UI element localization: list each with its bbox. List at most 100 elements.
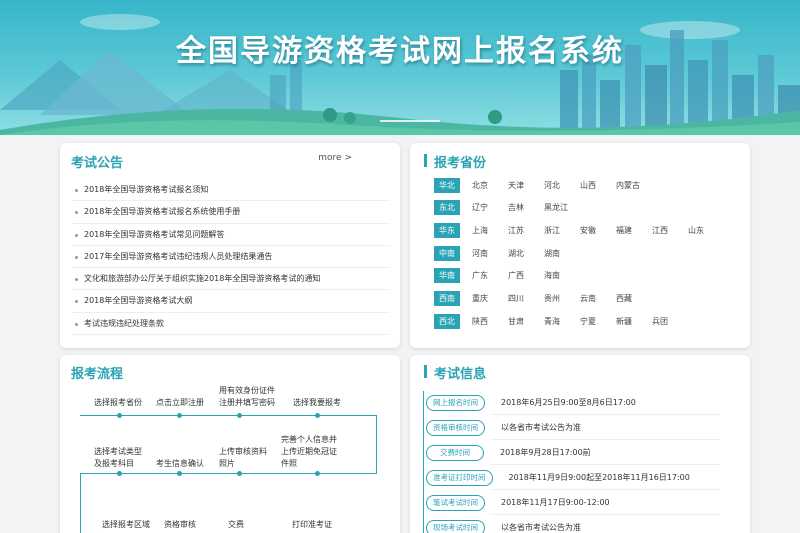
province-link[interactable]: 山西 bbox=[580, 180, 604, 191]
flow-step-label: 照片 bbox=[219, 459, 235, 468]
province-link[interactable]: 海南 bbox=[544, 270, 568, 281]
province-link[interactable]: 宁夏 bbox=[580, 316, 604, 327]
province-link[interactable]: 黑龙江 bbox=[544, 202, 568, 213]
province-link[interactable]: 湖北 bbox=[508, 248, 532, 259]
info-row: 资格审核时间 以各省市考试公告为准 bbox=[426, 419, 581, 436]
flow-connector-line bbox=[80, 473, 377, 474]
announcement-item[interactable]: 2018年全国导游资格考试报名系统使用手册 bbox=[72, 201, 390, 224]
province-link[interactable]: 重庆 bbox=[472, 293, 496, 304]
region-tag[interactable]: 华北 bbox=[434, 177, 460, 193]
flow-step-label: 上传审核资料 bbox=[219, 447, 267, 456]
province-link[interactable]: 上海 bbox=[472, 225, 496, 236]
province-link[interactable]: 河北 bbox=[544, 180, 568, 191]
info-label-tag: 笔试考试时间 bbox=[426, 494, 485, 511]
region-tag[interactable]: 西南 bbox=[434, 290, 460, 306]
province-link[interactable]: 湖南 bbox=[544, 248, 568, 259]
announcement-item[interactable]: 2018年全国导游资格考试大纲 bbox=[72, 290, 390, 313]
flow-step-label: 完善个人信息并 bbox=[281, 435, 337, 444]
province-title: 报考省份 bbox=[434, 156, 487, 171]
province-link[interactable]: 河南 bbox=[472, 248, 496, 259]
flow-step-label: 交费 bbox=[228, 520, 244, 529]
exam-info-panel: 考试信息 网上报名时间 2018年6月25日9:00至8月6日17:00 资格审… bbox=[410, 355, 750, 533]
announcement-title: 考试公告 bbox=[71, 156, 124, 171]
header-banner: 全国导游资格考试网上报名系统 bbox=[0, 0, 800, 135]
province-link[interactable]: 广东 bbox=[472, 270, 496, 281]
info-label-tag: 网上报名时间 bbox=[426, 394, 485, 411]
region-row-south: 华南 广东 广西 海南 bbox=[434, 267, 568, 283]
flow-step-dot bbox=[177, 471, 182, 476]
province-link[interactable]: 吉林 bbox=[508, 202, 532, 213]
province-link[interactable]: 兵团 bbox=[652, 316, 676, 327]
province-link[interactable]: 江西 bbox=[652, 225, 676, 236]
flow-step-label: 考生信息确认 bbox=[156, 459, 204, 468]
province-link[interactable]: 四川 bbox=[508, 293, 532, 304]
row-divider bbox=[490, 514, 720, 515]
province-link[interactable]: 山东 bbox=[688, 225, 712, 236]
province-link[interactable]: 江苏 bbox=[508, 225, 532, 236]
region-tag[interactable]: 中南 bbox=[434, 245, 460, 261]
announcement-item[interactable]: 2017年全国导游资格考试违纪违规人员处理结果通告 bbox=[72, 246, 390, 269]
province-link[interactable]: 贵州 bbox=[544, 293, 568, 304]
row-divider bbox=[490, 439, 720, 440]
region-tag[interactable]: 华东 bbox=[434, 222, 460, 238]
flow-step-label: 及报考科目 bbox=[94, 459, 134, 468]
info-value: 2018年6月25日9:00至8月6日17:00 bbox=[501, 398, 636, 407]
flow-step-dot bbox=[237, 471, 242, 476]
flow-step-label: 点击立即注册 bbox=[156, 398, 204, 407]
region-tag[interactable]: 西北 bbox=[434, 313, 460, 329]
info-value: 以各省市考试公告为准 bbox=[501, 423, 581, 432]
flow-step-label: 注册并填写密码 bbox=[219, 398, 275, 407]
announcement-list: 2018年全国导游资格考试报名须知 2018年全国导游资格考试报名系统使用手册 … bbox=[72, 179, 390, 336]
row-divider bbox=[490, 489, 720, 490]
row-divider bbox=[490, 464, 720, 465]
info-label-tag: 准考证打印时间 bbox=[426, 469, 493, 486]
flow-step-label: 选择报考区域 bbox=[102, 520, 150, 529]
announcement-item[interactable]: 2018年全国导游资格考试常见问题解答 bbox=[72, 224, 390, 246]
info-value: 2018年11月9日9:00起至2018年11月16日17:00 bbox=[508, 473, 690, 482]
flow-step-dot bbox=[177, 413, 182, 418]
province-link[interactable]: 新疆 bbox=[616, 316, 640, 327]
region-row-southwest: 西南 重庆 四川 贵州 云南 西藏 bbox=[434, 290, 640, 306]
info-row: 笔试考试时间 2018年11月17日9:00-12:00 bbox=[426, 494, 610, 511]
flow-connector-line bbox=[376, 415, 377, 473]
flow-title: 报考流程 bbox=[71, 367, 124, 382]
region-tag[interactable]: 华南 bbox=[434, 267, 460, 283]
announcement-item[interactable]: 考试违规违纪处理条款 bbox=[72, 313, 390, 336]
info-label-tag: 交费时间 bbox=[426, 444, 484, 461]
flow-step-label: 选择考试类型 bbox=[94, 447, 142, 456]
flow-step-label: 用有效身份证件 bbox=[219, 386, 275, 395]
province-link[interactable]: 西藏 bbox=[616, 293, 640, 304]
flow-connector-line bbox=[80, 415, 376, 416]
registration-flow-panel: 报考流程 选择报考省份 点击立即注册 用有效身份证件 注册并填写密码 选择我要报… bbox=[60, 355, 400, 533]
province-link[interactable]: 浙江 bbox=[544, 225, 568, 236]
region-row-east: 华东 上海 江苏 浙江 安徽 福建 江西 山东 bbox=[434, 222, 712, 238]
flow-step-label: 资格审核 bbox=[164, 520, 196, 529]
info-value: 2018年9月28日17:00前 bbox=[500, 448, 591, 457]
more-link[interactable]: more > bbox=[318, 153, 352, 163]
region-tag[interactable]: 东北 bbox=[434, 199, 460, 215]
info-label-tag: 现场考试时间 bbox=[426, 519, 485, 533]
province-link[interactable]: 安徽 bbox=[580, 225, 604, 236]
flow-step-dot bbox=[117, 413, 122, 418]
title-accent-bar bbox=[424, 154, 427, 167]
province-link[interactable]: 福建 bbox=[616, 225, 640, 236]
province-link[interactable]: 天津 bbox=[508, 180, 532, 191]
province-link[interactable]: 内蒙古 bbox=[616, 180, 640, 191]
region-row-northwest: 西北 陕西 甘肃 青海 宁夏 新疆 兵团 bbox=[434, 313, 676, 329]
info-row: 交费时间 2018年9月28日17:00前 bbox=[426, 444, 591, 461]
announcement-panel: 考试公告 more > 2018年全国导游资格考试报名须知 2018年全国导游资… bbox=[60, 143, 400, 348]
province-link[interactable]: 青海 bbox=[544, 316, 568, 327]
province-panel: 报考省份 华北 北京 天津 河北 山西 内蒙古 东北 辽宁 吉林 黑龙江 华东 … bbox=[410, 143, 750, 348]
title-accent-bar bbox=[424, 365, 427, 378]
flow-step-label: 打印准考证 bbox=[292, 520, 332, 529]
province-link[interactable]: 云南 bbox=[580, 293, 604, 304]
province-link[interactable]: 甘肃 bbox=[508, 316, 532, 327]
province-link[interactable]: 陕西 bbox=[472, 316, 496, 327]
announcement-item[interactable]: 2018年全国导游资格考试报名须知 bbox=[72, 179, 390, 202]
announcement-item[interactable]: 文化和旅游部办公厅关于组织实施2018年全国导游资格考试的通知 bbox=[72, 268, 390, 291]
flow-step-label: 件照 bbox=[281, 459, 297, 468]
province-link[interactable]: 广西 bbox=[508, 270, 532, 281]
info-value: 2018年11月17日9:00-12:00 bbox=[501, 498, 610, 507]
province-link[interactable]: 辽宁 bbox=[472, 202, 496, 213]
province-link[interactable]: 北京 bbox=[472, 180, 496, 191]
